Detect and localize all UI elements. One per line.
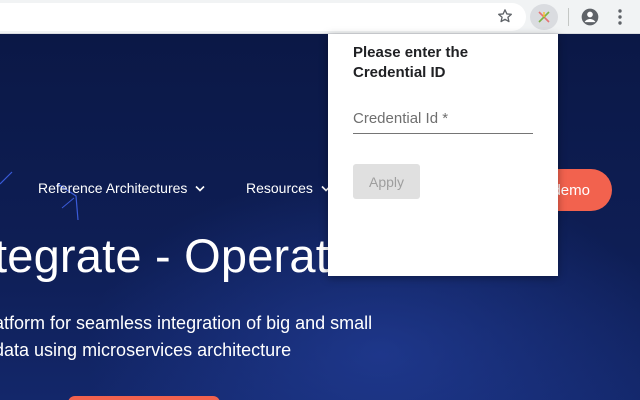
popup-heading: Please enter the Credential ID bbox=[353, 44, 469, 81]
demo-button-label: demo bbox=[552, 181, 590, 199]
credential-id-field bbox=[353, 106, 533, 134]
nav-label: Resources bbox=[246, 180, 313, 196]
nav-label: Reference Architectures bbox=[38, 180, 188, 196]
hero-subtitle-line-1: atform for seamless integration of big a… bbox=[0, 313, 373, 333]
toolbar-divider bbox=[568, 8, 569, 26]
address-bar[interactable] bbox=[0, 3, 526, 31]
browser-toolbar bbox=[0, 0, 640, 34]
hero-subtitle-line-2: data using microservices architecture bbox=[0, 340, 292, 360]
hero-cta-button[interactable] bbox=[68, 396, 220, 400]
nav-reference-architectures[interactable]: Reference Architectures bbox=[38, 180, 205, 196]
apply-button[interactable]: Apply bbox=[353, 164, 420, 199]
extension-cross-icon[interactable] bbox=[530, 4, 558, 30]
chevron-down-icon bbox=[195, 185, 205, 192]
star-outline-icon[interactable] bbox=[494, 5, 516, 27]
nav-resources[interactable]: Resources bbox=[246, 180, 331, 196]
extension-popup: Please enter the Credential ID Apply bbox=[328, 34, 558, 276]
vertical-dots-icon[interactable] bbox=[610, 5, 630, 29]
account-circle-icon[interactable] bbox=[578, 5, 602, 29]
hero-title: tegrate - Operat bbox=[0, 229, 329, 282]
credential-id-input[interactable] bbox=[353, 106, 533, 130]
